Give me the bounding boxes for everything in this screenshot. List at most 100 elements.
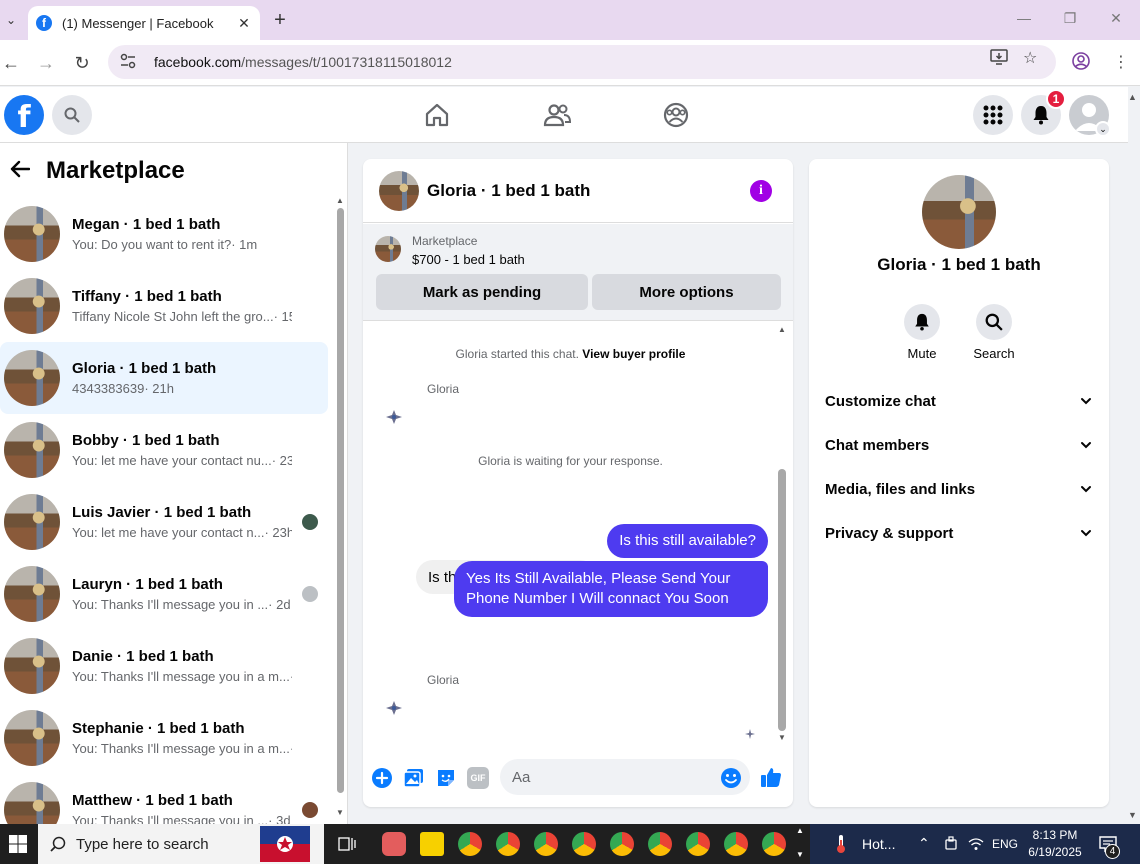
weather-text[interactable]: Hot... <box>862 836 895 852</box>
conversation-item[interactable]: Gloria · 1 bed 1 bath 4343383639· 21h <box>0 342 328 414</box>
chrome-icon[interactable] <box>648 832 672 856</box>
chrome-icon[interactable] <box>534 832 558 856</box>
scrollbar-thumb[interactable] <box>778 469 786 731</box>
mark-as-pending-button[interactable]: Mark as pending <box>376 274 588 310</box>
details-avatar[interactable] <box>922 175 996 249</box>
tray-chevron-up-icon[interactable]: ⌃ <box>918 835 930 852</box>
sticker-icon[interactable] <box>435 767 457 789</box>
mute-button[interactable] <box>904 304 940 340</box>
chrome-icon[interactable] <box>724 832 748 856</box>
browser-tab[interactable]: f (1) Messenger | Facebook ✕ <box>28 6 260 40</box>
chrome-icon[interactable] <box>762 832 786 856</box>
tab-search-chevron-icon[interactable]: ⌄ <box>0 8 22 32</box>
sidebar-scrollbar[interactable]: ▲ ▼ <box>335 196 345 817</box>
privacy-support-row[interactable]: Privacy & support <box>825 517 1093 549</box>
conversation-avatar[interactable] <box>4 566 60 622</box>
bookmark-star-icon[interactable]: ☆ <box>1023 48 1037 68</box>
conversation-avatar[interactable] <box>4 494 60 550</box>
taskbar-clock[interactable]: 8:13 PM 6/19/2025 <box>1022 827 1088 861</box>
listing-thumbnail[interactable] <box>375 236 401 262</box>
home-icon[interactable] <box>423 101 451 129</box>
chat-header[interactable]: Gloria · 1 bed 1 bath <box>363 159 793 223</box>
chrome-icon[interactable] <box>458 832 482 856</box>
conversation-item[interactable]: Luis Javier · 1 bed 1 bath You: let me ha… <box>0 486 328 558</box>
page-scroll-down-arrow-icon[interactable]: ▼ <box>1128 810 1137 820</box>
search-in-chat-button[interactable] <box>976 304 1012 340</box>
sender-mini-avatar-icon[interactable] <box>383 406 405 428</box>
conversation-avatar[interactable] <box>4 206 60 262</box>
wifi-icon[interactable] <box>968 837 984 851</box>
menu-grid-button[interactable] <box>973 95 1013 135</box>
scrollbar-thumb[interactable] <box>337 208 344 793</box>
conversation-item[interactable]: Tiffany · 1 bed 1 bath Tiffany Nicole St … <box>0 270 328 342</box>
back-arrow-icon[interactable]: ← <box>0 52 22 74</box>
conversation-avatar[interactable] <box>4 350 60 406</box>
conversation-avatar[interactable] <box>4 638 60 694</box>
profile-icon[interactable] <box>1072 52 1090 75</box>
thumbs-up-icon[interactable] <box>759 765 783 789</box>
emoji-icon[interactable] <box>720 767 742 789</box>
browser-menu-icon[interactable]: ⋮ <box>1113 52 1129 72</box>
chat-members-row[interactable]: Chat members <box>825 429 1093 461</box>
conversation-item[interactable]: Bobby · 1 bed 1 bath You: let me have you… <box>0 414 328 486</box>
info-icon[interactable]: i <box>750 180 772 202</box>
page-scroll-up-arrow-icon[interactable]: ▲ <box>1128 92 1137 102</box>
install-app-icon[interactable] <box>990 48 1008 71</box>
task-view-icon[interactable] <box>338 836 356 852</box>
groups-icon[interactable] <box>662 101 690 129</box>
forward-arrow-icon[interactable]: → <box>35 52 57 74</box>
gif-button[interactable]: GIF <box>467 767 489 789</box>
sticky-notes-icon[interactable] <box>420 832 444 856</box>
taskbar-scroll-down-icon[interactable]: ▼ <box>796 850 804 859</box>
scroll-down-arrow-icon[interactable]: ▼ <box>778 733 786 742</box>
mute-action[interactable]: Mute <box>892 304 952 361</box>
listing-price[interactable]: $700 - 1 bed 1 bath <box>412 252 525 267</box>
chat-scrollbar[interactable]: ▲ ▼ <box>776 325 788 742</box>
media-files-links-row[interactable]: Media, files and links <box>825 473 1093 505</box>
search-action[interactable]: Search <box>964 304 1024 361</box>
facebook-logo-icon[interactable]: f <box>4 95 44 135</box>
friends-icon[interactable] <box>543 101 571 129</box>
conversation-avatar[interactable] <box>4 422 60 478</box>
scroll-up-arrow-icon[interactable]: ▲ <box>778 325 786 334</box>
conversation-item[interactable]: Matthew · 1 bed 1 bath You: Thanks I'll m… <box>0 774 328 824</box>
chrome-icon[interactable] <box>686 832 710 856</box>
restore-icon[interactable]: ❐ <box>1060 10 1080 27</box>
chrome-icon[interactable] <box>496 832 520 856</box>
scroll-down-arrow-icon[interactable]: ▼ <box>336 808 344 817</box>
photo-icon[interactable] <box>403 767 425 789</box>
back-arrow-icon[interactable] <box>10 158 32 184</box>
search-button[interactable] <box>52 95 92 135</box>
view-buyer-profile-link[interactable]: View buyer profile <box>582 347 685 361</box>
conversation-avatar[interactable] <box>4 278 60 334</box>
chat-avatar[interactable] <box>379 170 419 211</box>
conversation-item[interactable]: Danie · 1 bed 1 bath You: Thanks I'll mes… <box>0 630 328 702</box>
chrome-icon[interactable] <box>610 832 634 856</box>
more-options-button[interactable]: More options <box>592 274 781 310</box>
minimize-icon[interactable]: — <box>1014 10 1034 26</box>
thermometer-icon[interactable] <box>834 834 848 854</box>
conversation-item[interactable]: Lauryn · 1 bed 1 bath You: Thanks I'll me… <box>0 558 328 630</box>
window-close-icon[interactable]: ✕ <box>1106 10 1126 27</box>
chat-title[interactable]: Gloria · 1 bed 1 bath <box>427 181 590 201</box>
conversation-avatar[interactable] <box>4 782 60 824</box>
language-indicator[interactable]: ENG <box>992 837 1018 851</box>
plus-circle-icon[interactable] <box>371 767 393 789</box>
site-info-icon[interactable] <box>120 53 140 72</box>
message-input[interactable] <box>500 759 750 795</box>
outgoing-message[interactable]: Is this still available? <box>607 524 768 558</box>
new-tab-plus-icon[interactable]: + <box>270 9 290 32</box>
taskbar-search-box[interactable]: Type here to search <box>38 824 324 864</box>
address-bar[interactable]: facebook.com/messages/t/1001731811501801… <box>108 45 1056 79</box>
paint-app-icon[interactable] <box>382 832 406 856</box>
reload-icon[interactable]: ↻ <box>71 52 93 74</box>
taskbar-scroll-up-icon[interactable]: ▲ <box>796 826 804 835</box>
account-chevron-icon[interactable]: ⌄ <box>1095 121 1111 137</box>
customize-chat-row[interactable]: Customize chat <box>825 385 1093 417</box>
outgoing-message[interactable]: Yes Its Still Available, Please Send You… <box>454 561 768 617</box>
scroll-up-arrow-icon[interactable]: ▲ <box>336 196 344 205</box>
conversation-item[interactable]: Stephanie · 1 bed 1 bath You: Thanks I'll… <box>0 702 328 774</box>
meet-now-icon[interactable] <box>944 836 958 852</box>
conversation-item[interactable]: Megan · 1 bed 1 bath You: Do you want to … <box>0 198 328 270</box>
chrome-icon[interactable] <box>572 832 596 856</box>
